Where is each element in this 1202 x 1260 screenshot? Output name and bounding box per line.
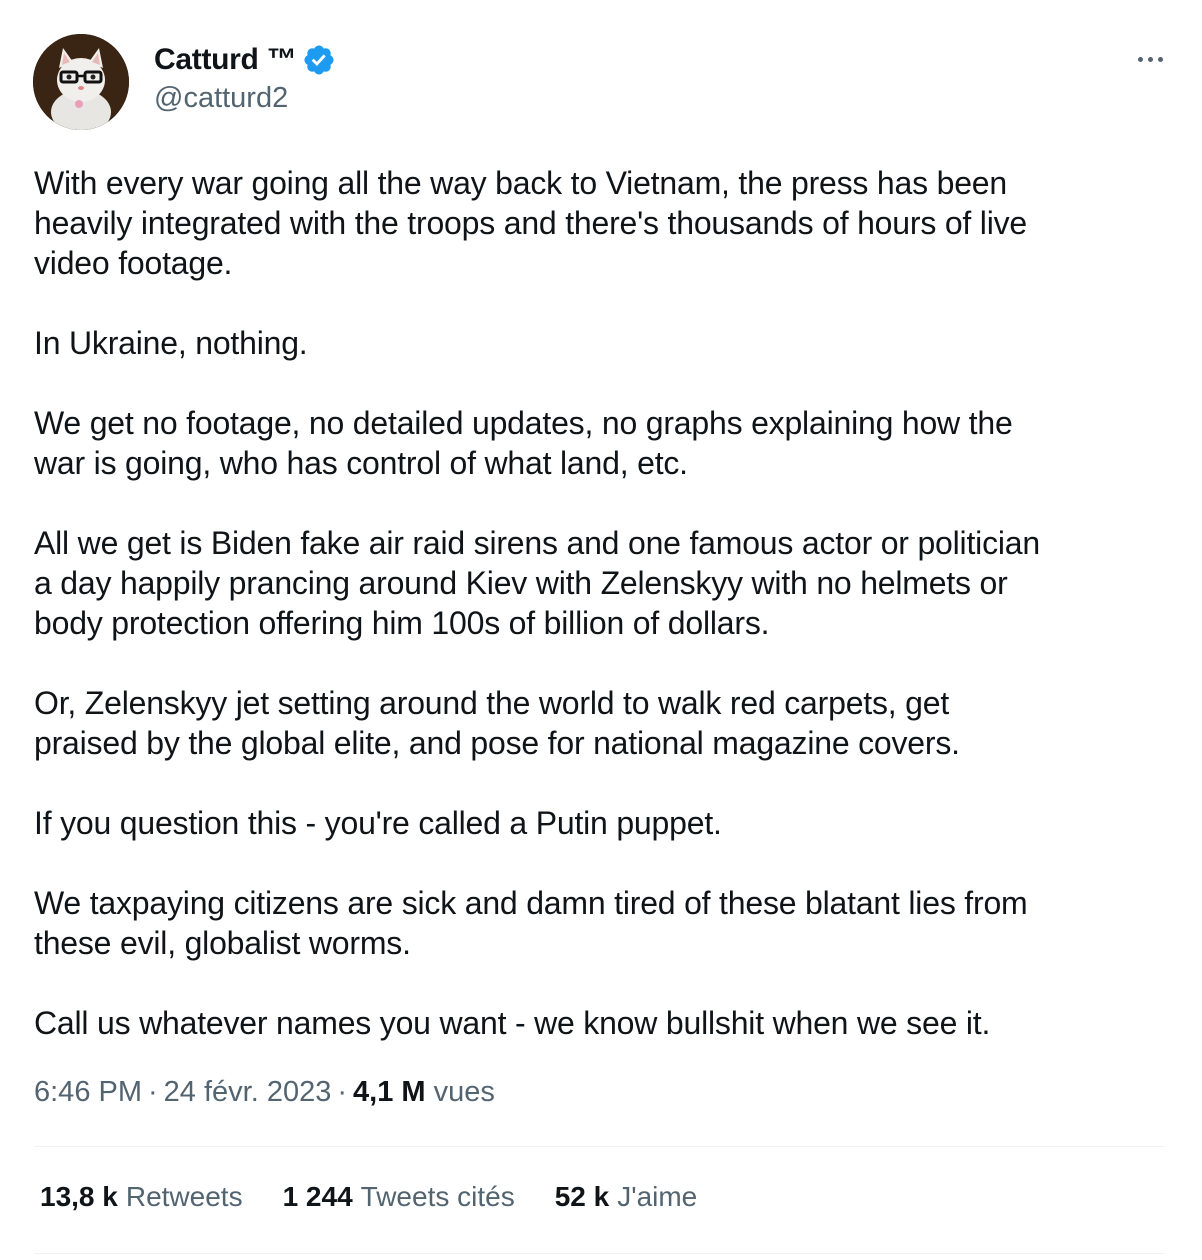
retweets-label: Retweets xyxy=(125,1181,243,1212)
views-label: vues xyxy=(433,1076,495,1108)
divider xyxy=(34,1146,1165,1147)
cat-avatar-icon xyxy=(33,34,129,130)
likes-label: J'aime xyxy=(617,1181,698,1212)
quotes-label: Tweets cités xyxy=(360,1181,515,1212)
quote-tweets-stat[interactable]: 1 244 Tweets cités xyxy=(283,1181,515,1213)
meta-separator: · xyxy=(148,1076,158,1108)
divider xyxy=(34,1253,1165,1254)
tweet-paragraph: We taxpaying citizens are sick and damn … xyxy=(34,885,1028,961)
tweet-text: With every war going all the way back to… xyxy=(34,163,1174,1043)
tweet-paragraph: Or, Zelenskyy jet setting around the wor… xyxy=(34,685,960,761)
quotes-count: 1 244 xyxy=(282,1181,353,1212)
engagement-stats: 13,8 k Retweets 1 244 Tweets cités 52 k … xyxy=(40,1181,737,1213)
tweet-card: Catturd ™ @catturd2 With every war going… xyxy=(0,0,1202,1260)
likes-count: 52 k xyxy=(554,1181,610,1212)
display-name[interactable]: Catturd ™ xyxy=(154,43,297,77)
verified-badge-icon xyxy=(302,43,336,77)
tweet-paragraph: If you question this - you're called a P… xyxy=(34,805,722,841)
tweet-paragraph: In Ukraine, nothing. xyxy=(34,325,308,361)
likes-stat[interactable]: 52 k J'aime xyxy=(555,1181,698,1213)
meta-separator: · xyxy=(337,1076,348,1108)
tweet-paragraph: Call us whatever names you want - we kno… xyxy=(34,1005,991,1041)
tweet-paragraph: All we get is Biden fake air raid sirens… xyxy=(34,525,1040,641)
retweets-stat[interactable]: 13,8 k Retweets xyxy=(40,1181,243,1213)
author-info: Catturd ™ @catturd2 xyxy=(154,40,336,115)
more-options-icon[interactable] xyxy=(1130,44,1170,74)
tweet-paragraph: With every war going all the way back to… xyxy=(34,165,1028,281)
tweet-date[interactable]: 24 févr. 2023 xyxy=(164,1076,332,1109)
user-handle[interactable]: @catturd2 xyxy=(154,82,336,115)
retweets-count: 13,8 k xyxy=(40,1181,118,1212)
tweet-paragraph: We get no footage, no detailed updates, … xyxy=(34,405,1013,481)
tweet-meta: 6:46 PM · 24 févr. 2023 · 4,1 M vues xyxy=(34,1076,495,1109)
avatar[interactable] xyxy=(33,34,129,130)
views-count: 4,1 M xyxy=(353,1076,426,1108)
tweet-time[interactable]: 6:46 PM xyxy=(34,1076,142,1109)
